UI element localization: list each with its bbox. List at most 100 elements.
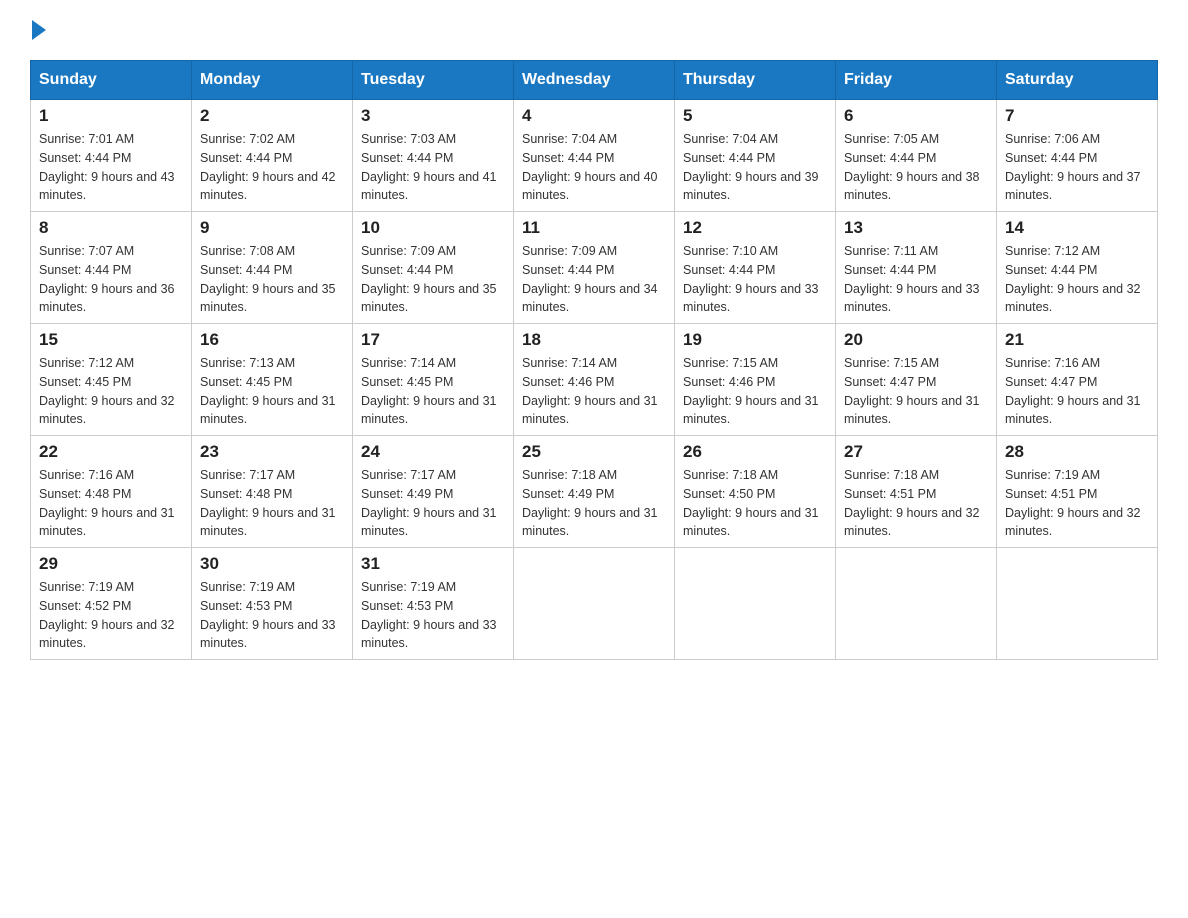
day-number: 30: [200, 554, 344, 574]
calendar-cell: 8 Sunrise: 7:07 AMSunset: 4:44 PMDaylight…: [31, 212, 192, 324]
day-number: 7: [1005, 106, 1149, 126]
day-info: Sunrise: 7:14 AMSunset: 4:45 PMDaylight:…: [361, 354, 505, 429]
calendar-cell: 30 Sunrise: 7:19 AMSunset: 4:53 PMDayligh…: [192, 548, 353, 660]
day-info: Sunrise: 7:16 AMSunset: 4:48 PMDaylight:…: [39, 466, 183, 541]
day-number: 17: [361, 330, 505, 350]
calendar-cell: 7 Sunrise: 7:06 AMSunset: 4:44 PMDaylight…: [997, 100, 1158, 212]
day-number: 15: [39, 330, 183, 350]
day-of-week-header: Tuesday: [353, 61, 514, 100]
day-of-week-header: Sunday: [31, 61, 192, 100]
calendar-cell: [675, 548, 836, 660]
calendar-week-row: 22 Sunrise: 7:16 AMSunset: 4:48 PMDayligh…: [31, 436, 1158, 548]
calendar-cell: 3 Sunrise: 7:03 AMSunset: 4:44 PMDaylight…: [353, 100, 514, 212]
day-info: Sunrise: 7:04 AMSunset: 4:44 PMDaylight:…: [683, 130, 827, 205]
calendar-cell: [997, 548, 1158, 660]
calendar-cell: 25Sunrise: 7:18 AMSunset: 4:49 PMDayligh…: [514, 436, 675, 548]
day-info: Sunrise: 7:19 AMSunset: 4:53 PMDaylight:…: [361, 578, 505, 653]
day-info: Sunrise: 7:08 AMSunset: 4:44 PMDaylight:…: [200, 242, 344, 317]
calendar-cell: 24 Sunrise: 7:17 AMSunset: 4:49 PMDayligh…: [353, 436, 514, 548]
day-info: Sunrise: 7:18 AMSunset: 4:51 PMDaylight:…: [844, 466, 988, 541]
day-number: 20: [844, 330, 988, 350]
calendar-cell: 15Sunrise: 7:12 AMSunset: 4:45 PMDayligh…: [31, 324, 192, 436]
day-info: Sunrise: 7:17 AMSunset: 4:48 PMDaylight:…: [200, 466, 344, 541]
day-info: Sunrise: 7:13 AMSunset: 4:45 PMDaylight:…: [200, 354, 344, 429]
day-number: 24: [361, 442, 505, 462]
day-of-week-header: Wednesday: [514, 61, 675, 100]
day-number: 29: [39, 554, 183, 574]
day-info: Sunrise: 7:06 AMSunset: 4:44 PMDaylight:…: [1005, 130, 1149, 205]
calendar-week-row: 8 Sunrise: 7:07 AMSunset: 4:44 PMDaylight…: [31, 212, 1158, 324]
day-info: Sunrise: 7:03 AMSunset: 4:44 PMDaylight:…: [361, 130, 505, 205]
calendar-cell: 20 Sunrise: 7:15 AMSunset: 4:47 PMDayligh…: [836, 324, 997, 436]
day-info: Sunrise: 7:16 AMSunset: 4:47 PMDaylight:…: [1005, 354, 1149, 429]
calendar-week-row: 15Sunrise: 7:12 AMSunset: 4:45 PMDayligh…: [31, 324, 1158, 436]
calendar-cell: 29 Sunrise: 7:19 AMSunset: 4:52 PMDayligh…: [31, 548, 192, 660]
day-number: 1: [39, 106, 183, 126]
day-number: 23: [200, 442, 344, 462]
day-info: Sunrise: 7:18 AMSunset: 4:50 PMDaylight:…: [683, 466, 827, 541]
calendar-week-row: 29 Sunrise: 7:19 AMSunset: 4:52 PMDayligh…: [31, 548, 1158, 660]
calendar-cell: 14Sunrise: 7:12 AMSunset: 4:44 PMDayligh…: [997, 212, 1158, 324]
calendar-cell: 9 Sunrise: 7:08 AMSunset: 4:44 PMDaylight…: [192, 212, 353, 324]
calendar-cell: 13 Sunrise: 7:11 AMSunset: 4:44 PMDayligh…: [836, 212, 997, 324]
day-number: 13: [844, 218, 988, 238]
day-info: Sunrise: 7:12 AMSunset: 4:44 PMDaylight:…: [1005, 242, 1149, 317]
calendar-cell: 22 Sunrise: 7:16 AMSunset: 4:48 PMDayligh…: [31, 436, 192, 548]
day-number: 27: [844, 442, 988, 462]
calendar-cell: 2 Sunrise: 7:02 AMSunset: 4:44 PMDaylight…: [192, 100, 353, 212]
day-info: Sunrise: 7:02 AMSunset: 4:44 PMDaylight:…: [200, 130, 344, 205]
day-info: Sunrise: 7:19 AMSunset: 4:53 PMDaylight:…: [200, 578, 344, 653]
calendar-cell: 1 Sunrise: 7:01 AMSunset: 4:44 PMDaylight…: [31, 100, 192, 212]
day-number: 22: [39, 442, 183, 462]
calendar-cell: 26 Sunrise: 7:18 AMSunset: 4:50 PMDayligh…: [675, 436, 836, 548]
day-number: 2: [200, 106, 344, 126]
day-info: Sunrise: 7:19 AMSunset: 4:51 PMDaylight:…: [1005, 466, 1149, 541]
day-info: Sunrise: 7:14 AMSunset: 4:46 PMDaylight:…: [522, 354, 666, 429]
day-info: Sunrise: 7:01 AMSunset: 4:44 PMDaylight:…: [39, 130, 183, 205]
day-info: Sunrise: 7:09 AMSunset: 4:44 PMDaylight:…: [522, 242, 666, 317]
calendar-cell: 16 Sunrise: 7:13 AMSunset: 4:45 PMDayligh…: [192, 324, 353, 436]
day-number: 28: [1005, 442, 1149, 462]
calendar-cell: 17 Sunrise: 7:14 AMSunset: 4:45 PMDayligh…: [353, 324, 514, 436]
calendar-cell: 19 Sunrise: 7:15 AMSunset: 4:46 PMDayligh…: [675, 324, 836, 436]
calendar-cell: [836, 548, 997, 660]
day-info: Sunrise: 7:04 AMSunset: 4:44 PMDaylight:…: [522, 130, 666, 205]
calendar-cell: 18 Sunrise: 7:14 AMSunset: 4:46 PMDayligh…: [514, 324, 675, 436]
day-number: 4: [522, 106, 666, 126]
logo-arrow-icon: [32, 20, 46, 40]
day-number: 9: [200, 218, 344, 238]
calendar-cell: 21 Sunrise: 7:16 AMSunset: 4:47 PMDayligh…: [997, 324, 1158, 436]
day-number: 26: [683, 442, 827, 462]
calendar-cell: [514, 548, 675, 660]
day-info: Sunrise: 7:10 AMSunset: 4:44 PMDaylight:…: [683, 242, 827, 317]
calendar-cell: 31Sunrise: 7:19 AMSunset: 4:53 PMDayligh…: [353, 548, 514, 660]
day-info: Sunrise: 7:05 AMSunset: 4:44 PMDaylight:…: [844, 130, 988, 205]
day-of-week-header: Thursday: [675, 61, 836, 100]
calendar-header-row: SundayMondayTuesdayWednesdayThursdayFrid…: [31, 61, 1158, 100]
day-info: Sunrise: 7:09 AMSunset: 4:44 PMDaylight:…: [361, 242, 505, 317]
day-number: 16: [200, 330, 344, 350]
day-number: 25: [522, 442, 666, 462]
logo: [30, 20, 48, 40]
day-of-week-header: Saturday: [997, 61, 1158, 100]
day-number: 8: [39, 218, 183, 238]
calendar-cell: 11Sunrise: 7:09 AMSunset: 4:44 PMDayligh…: [514, 212, 675, 324]
day-info: Sunrise: 7:15 AMSunset: 4:46 PMDaylight:…: [683, 354, 827, 429]
day-info: Sunrise: 7:11 AMSunset: 4:44 PMDaylight:…: [844, 242, 988, 317]
day-info: Sunrise: 7:07 AMSunset: 4:44 PMDaylight:…: [39, 242, 183, 317]
day-number: 21: [1005, 330, 1149, 350]
calendar-cell: 27 Sunrise: 7:18 AMSunset: 4:51 PMDayligh…: [836, 436, 997, 548]
day-info: Sunrise: 7:19 AMSunset: 4:52 PMDaylight:…: [39, 578, 183, 653]
day-number: 3: [361, 106, 505, 126]
day-number: 12: [683, 218, 827, 238]
day-number: 10: [361, 218, 505, 238]
day-info: Sunrise: 7:15 AMSunset: 4:47 PMDaylight:…: [844, 354, 988, 429]
day-info: Sunrise: 7:17 AMSunset: 4:49 PMDaylight:…: [361, 466, 505, 541]
day-number: 18: [522, 330, 666, 350]
day-number: 5: [683, 106, 827, 126]
day-number: 19: [683, 330, 827, 350]
calendar-cell: 28 Sunrise: 7:19 AMSunset: 4:51 PMDayligh…: [997, 436, 1158, 548]
day-of-week-header: Monday: [192, 61, 353, 100]
calendar-table: SundayMondayTuesdayWednesdayThursdayFrid…: [30, 60, 1158, 660]
day-of-week-header: Friday: [836, 61, 997, 100]
